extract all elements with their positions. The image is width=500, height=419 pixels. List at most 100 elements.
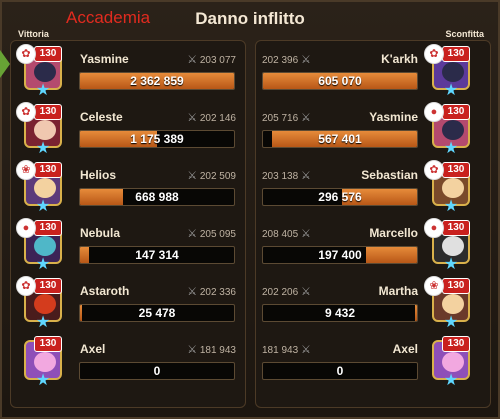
hero-avatar[interactable]: 130 ★ ● bbox=[424, 218, 474, 273]
damage-bar: 147 314 bbox=[79, 246, 235, 264]
power-value: 202 396 bbox=[262, 55, 299, 66]
level-badge: 130 bbox=[34, 46, 62, 62]
hero-face bbox=[34, 62, 56, 82]
sword-icon: ⚔ bbox=[187, 170, 198, 182]
hero-power: 208 405 ⚔ bbox=[262, 227, 311, 240]
hero-avatar[interactable]: 130 ★ bbox=[428, 336, 474, 389]
power-value: 181 943 bbox=[262, 345, 299, 356]
hero-name: Axel bbox=[80, 342, 106, 356]
level-badge: 130 bbox=[442, 46, 470, 62]
damage-bar: 668 988 bbox=[79, 188, 235, 206]
damage-bar: 197 400 bbox=[262, 246, 418, 264]
damage-value: 668 988 bbox=[135, 190, 179, 204]
star-icon: ★ bbox=[443, 198, 459, 215]
power-value: 203 138 bbox=[262, 171, 299, 182]
hero-name: K'arkh bbox=[381, 52, 418, 66]
hero-avatar[interactable]: 130 ★ ● bbox=[16, 218, 66, 273]
hero-name: Nebula bbox=[80, 226, 121, 240]
hero-name: Sebastian bbox=[361, 168, 418, 182]
pet-icon: ● bbox=[424, 102, 444, 122]
hero-avatar[interactable]: 130 ★ ✿ bbox=[16, 276, 66, 331]
hero-avatar[interactable]: 130 ★ ✿ bbox=[424, 160, 474, 215]
sword-icon: ⚔ bbox=[187, 112, 198, 124]
power-value: 205 095 bbox=[199, 229, 236, 240]
hero-avatar[interactable]: 130 ★ ✿ bbox=[16, 44, 66, 99]
hero-power: ⚔ 205 095 bbox=[187, 227, 236, 240]
star-icon: ★ bbox=[35, 140, 51, 157]
hero-power: 202 396 ⚔ bbox=[262, 53, 311, 66]
power-value: 202 206 bbox=[262, 287, 299, 298]
hero-face bbox=[442, 120, 464, 140]
level-badge: 130 bbox=[34, 104, 62, 120]
star-icon: ★ bbox=[443, 82, 459, 99]
pet-icon: ❀ bbox=[16, 160, 36, 180]
damage-value: 1 175 389 bbox=[130, 132, 184, 146]
star-icon: ★ bbox=[35, 256, 51, 273]
damage-value: 567 401 bbox=[318, 132, 362, 146]
star-icon: ★ bbox=[35, 198, 51, 215]
pet-icon: ✿ bbox=[16, 44, 36, 64]
sword-icon: ⚔ bbox=[300, 54, 311, 66]
pet-icon: ✿ bbox=[16, 102, 36, 122]
hero-face bbox=[34, 294, 56, 314]
hero-face bbox=[442, 236, 464, 256]
damage-bar: 1 175 389 bbox=[79, 130, 235, 148]
damage-bar: 296 576 bbox=[262, 188, 418, 206]
level-badge: 130 bbox=[34, 162, 62, 178]
sword-icon: ⚔ bbox=[187, 54, 198, 66]
pet-icon: ✿ bbox=[424, 44, 444, 64]
sword-icon: ⚔ bbox=[187, 228, 198, 240]
winner-arrow-icon bbox=[0, 50, 10, 78]
damage-bar: 2 362 859 bbox=[79, 72, 235, 90]
sword-icon: ⚔ bbox=[300, 112, 311, 124]
power-value: 203 077 bbox=[199, 55, 236, 66]
hero-avatar[interactable]: 130 ★ bbox=[20, 336, 66, 389]
hero-name: Helios bbox=[80, 168, 117, 182]
hero-power: ⚔ 202 336 bbox=[187, 285, 236, 298]
pet-icon: ✿ bbox=[16, 276, 36, 296]
sword-icon: ⚔ bbox=[300, 286, 311, 298]
star-icon: ★ bbox=[35, 82, 51, 99]
hero-name: Yasmine bbox=[80, 52, 129, 66]
power-value: 202 336 bbox=[199, 287, 236, 298]
hero-name: Astaroth bbox=[80, 284, 130, 298]
level-badge: 130 bbox=[442, 104, 470, 120]
sword-icon: ⚔ bbox=[187, 286, 198, 298]
level-badge: 130 bbox=[34, 278, 62, 294]
hero-name: Axel bbox=[392, 342, 418, 356]
pet-icon: ● bbox=[424, 218, 444, 238]
defeat-label: Sconfitta bbox=[445, 29, 484, 39]
page-title: Danno inflitto bbox=[195, 9, 305, 28]
hero-face bbox=[34, 120, 56, 140]
star-icon: ★ bbox=[443, 314, 459, 331]
power-value: 181 943 bbox=[199, 345, 236, 356]
damage-bar: 25 478 bbox=[79, 304, 235, 322]
sword-icon: ⚔ bbox=[187, 344, 198, 356]
hero-power: 181 943 ⚔ bbox=[262, 343, 311, 356]
pet-icon: ● bbox=[16, 218, 36, 238]
hero-name: Marcello bbox=[369, 226, 418, 240]
level-badge: 130 bbox=[442, 278, 470, 294]
hero-avatar[interactable]: 130 ★ ✿ bbox=[16, 102, 66, 157]
power-value: 205 716 bbox=[262, 113, 299, 124]
star-icon: ★ bbox=[443, 256, 459, 273]
hero-face bbox=[34, 236, 56, 256]
level-badge: 130 bbox=[442, 220, 470, 236]
hero-power: ⚔ 202 509 bbox=[187, 169, 236, 182]
damage-bar: 605 070 bbox=[262, 72, 418, 90]
hero-avatar[interactable]: 130 ★ ❀ bbox=[424, 276, 474, 331]
sword-icon: ⚔ bbox=[300, 170, 311, 182]
hero-avatar[interactable]: 130 ★ ● bbox=[424, 102, 474, 157]
hero-avatar[interactable]: 130 ★ ❀ bbox=[16, 160, 66, 215]
hero-power: 202 206 ⚔ bbox=[262, 285, 311, 298]
damage-value: 0 bbox=[336, 364, 344, 378]
power-value: 202 509 bbox=[199, 171, 236, 182]
power-value: 208 405 bbox=[262, 229, 299, 240]
damage-value: 25 478 bbox=[138, 306, 176, 320]
star-icon: ★ bbox=[443, 372, 459, 389]
hero-face bbox=[442, 62, 464, 82]
hero-power: 205 716 ⚔ bbox=[262, 111, 311, 124]
hero-avatar[interactable]: 130 ★ ✿ bbox=[424, 44, 474, 99]
hero-face bbox=[34, 178, 56, 198]
power-value: 202 146 bbox=[199, 113, 236, 124]
